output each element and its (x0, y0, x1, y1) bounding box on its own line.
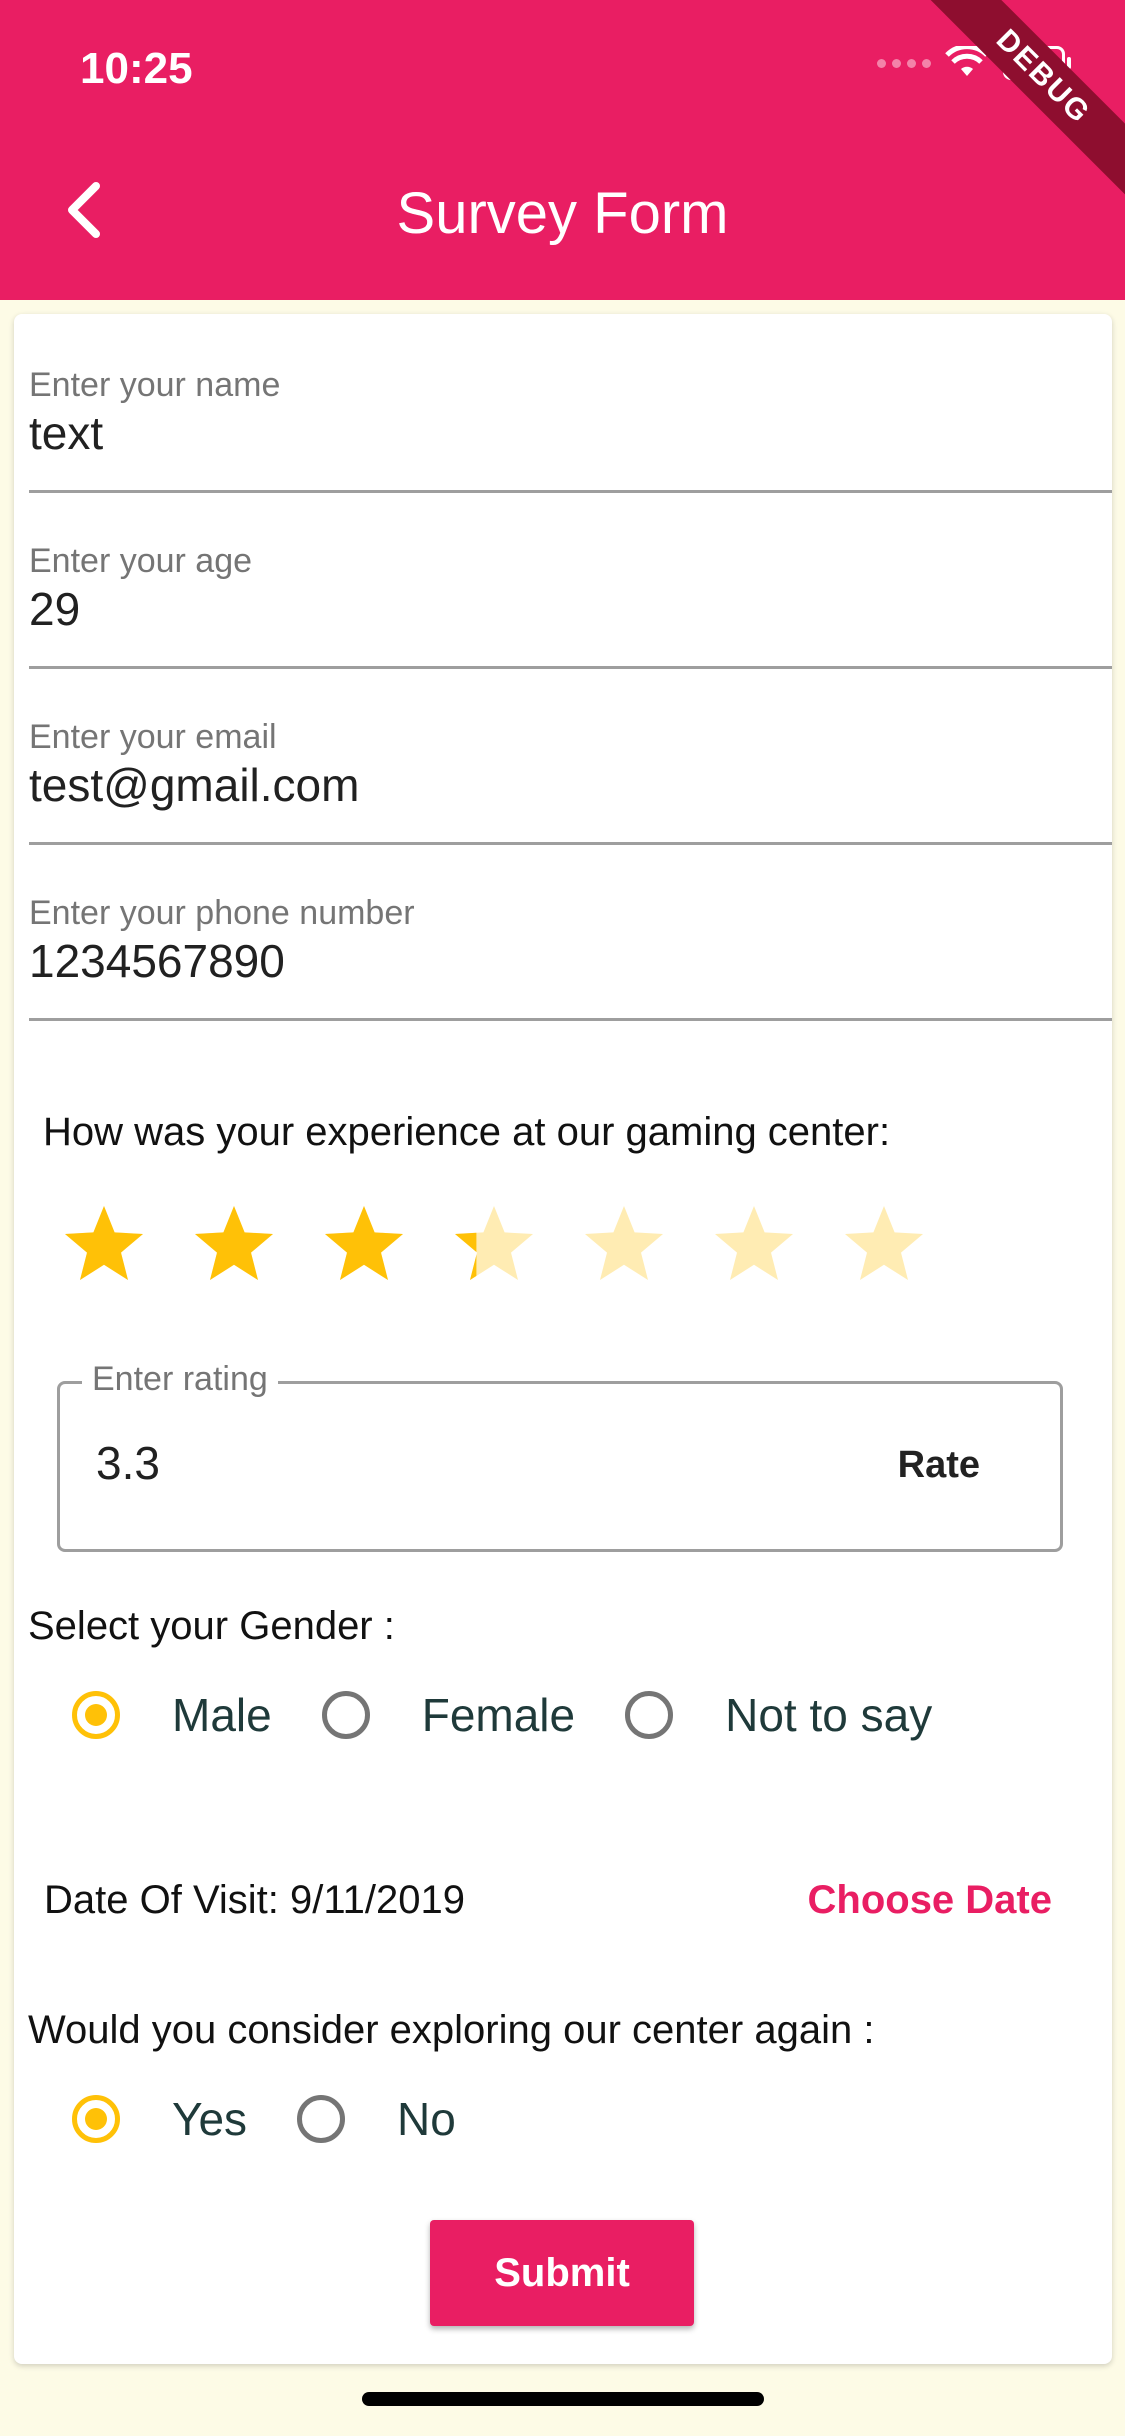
submit-button[interactable]: Submit (430, 2220, 694, 2326)
gender-label-female[interactable]: Female (422, 1688, 575, 1742)
revisit-label-yes[interactable]: Yes (172, 2092, 247, 2146)
home-indicator[interactable] (362, 2392, 764, 2406)
gender-question: Select your Gender : (28, 1604, 395, 1648)
rating-input[interactable]: Enter rating 3.3 Rate (57, 1360, 1063, 1552)
debug-banner: DEBUG (912, 0, 1125, 208)
status-time: 10:25 (80, 44, 193, 93)
date-of-visit: Date Of Visit: 9/11/2019 (44, 1878, 465, 1922)
revisit-question: Would you consider exploring our center … (28, 2008, 875, 2052)
star-3[interactable] (320, 1202, 408, 1290)
age-field-label: Enter your age (29, 542, 253, 580)
signal-icon (877, 58, 931, 68)
survey-card: Enter your name text Enter your age 29 E… (14, 314, 1112, 2364)
age-field-value[interactable]: 29 (29, 582, 80, 636)
star-6[interactable] (710, 1202, 798, 1290)
age-field[interactable]: Enter your age 29 (29, 490, 1112, 669)
gender-radio-female[interactable] (321, 1691, 370, 1739)
revisit-label-no[interactable]: No (397, 2092, 456, 2146)
star-2[interactable] (190, 1202, 278, 1290)
revisit-radio-yes[interactable] (72, 2095, 120, 2143)
email-field-label: Enter your email (29, 718, 277, 756)
star-rating[interactable] (60, 1202, 928, 1290)
gender-radio-not-to-say[interactable] (625, 1691, 674, 1739)
star-5[interactable] (580, 1202, 668, 1290)
email-field[interactable]: Enter your email test@gmail.com (29, 666, 1112, 845)
phone-field[interactable]: Enter your phone number 1234567890 (29, 842, 1112, 1021)
gender-radio-male[interactable] (72, 1691, 120, 1739)
name-field-value[interactable]: text (29, 406, 103, 460)
star-4[interactable] (450, 1202, 538, 1290)
rate-button[interactable]: Rate (898, 1444, 980, 1487)
rating-input-value[interactable]: 3.3 (96, 1436, 160, 1490)
star-1[interactable] (60, 1202, 148, 1290)
page-title: Survey Form (396, 181, 729, 246)
choose-date-button[interactable]: Choose Date (808, 1878, 1053, 1923)
gender-options: Male Female Not to say (72, 1688, 982, 1742)
email-field-value[interactable]: test@gmail.com (29, 758, 359, 812)
gender-label-male[interactable]: Male (172, 1688, 272, 1742)
rating-input-label: Enter rating (82, 1360, 278, 1399)
star-7[interactable] (840, 1202, 928, 1290)
revisit-radio-no[interactable] (297, 2095, 346, 2143)
name-field[interactable]: Enter your name text (29, 314, 1112, 493)
phone-field-label: Enter your phone number (29, 894, 415, 932)
phone-field-value[interactable]: 1234567890 (29, 934, 285, 988)
name-field-label: Enter your name (29, 366, 281, 404)
gender-label-not-to-say[interactable]: Not to say (725, 1688, 932, 1742)
experience-question: How was your experience at our gaming ce… (43, 1110, 891, 1154)
app-bar: 10:25 DEBUG Survey Form (0, 0, 1125, 300)
revisit-options: Yes No (72, 2092, 506, 2146)
